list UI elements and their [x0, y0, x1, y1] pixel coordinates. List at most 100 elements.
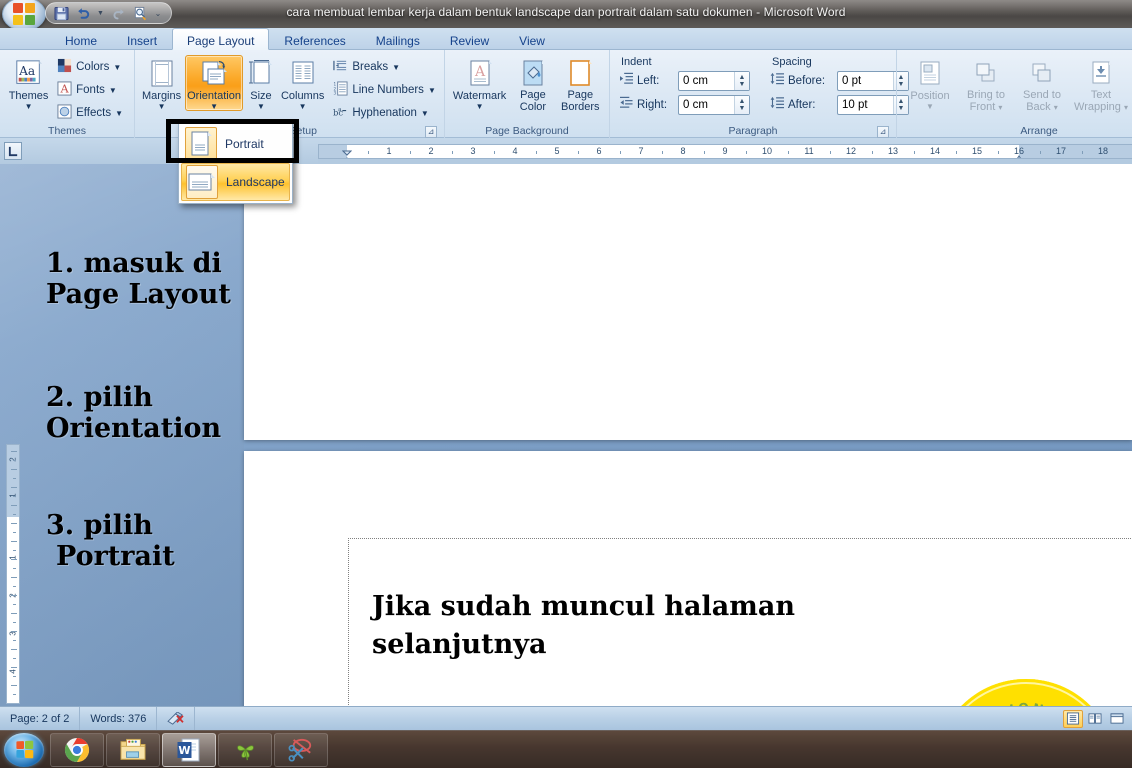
- orientation-button[interactable]: Orientation ▼: [185, 55, 243, 111]
- columns-button[interactable]: Columns ▼: [279, 55, 326, 111]
- page-background-group-title: Page Background: [485, 125, 569, 137]
- spacing-before-label: Before:: [788, 75, 826, 87]
- line-numbers-button[interactable]: 123 Line Numbers ▼: [330, 79, 442, 101]
- ruler-tick: [914, 151, 915, 154]
- document-page-1[interactable]: [244, 164, 1132, 440]
- ruler-tick: [578, 151, 579, 154]
- vertical-ruler-tick: [12, 676, 16, 677]
- theme-colors-icon: [57, 58, 72, 76]
- taskbar-clover[interactable]: [218, 732, 272, 767]
- chevron-down-icon: ▼: [926, 102, 934, 111]
- tab-mailings[interactable]: Mailings: [361, 28, 435, 50]
- bring-to-front-label: Bring to Front ▾: [960, 89, 1012, 113]
- vertical-ruler-tick: [12, 550, 16, 551]
- orientation-option-landscape[interactable]: Landscape: [181, 163, 290, 201]
- ruler-number: 17: [1055, 146, 1067, 156]
- hyphenation-button[interactable]: bc a Hyphenation ▼: [330, 102, 442, 124]
- save-button[interactable]: [52, 4, 70, 22]
- spacing-header: Spacing: [772, 56, 812, 68]
- chevron-down-icon: ▼: [24, 102, 33, 111]
- paragraph-dialog-launcher[interactable]: ⊿: [877, 126, 889, 138]
- taskbar-chrome[interactable]: [50, 732, 104, 767]
- page-setup-dialog-launcher[interactable]: ⊿: [425, 126, 437, 138]
- landscape-page-icon: [186, 165, 218, 199]
- tab-selector-button[interactable]: [4, 142, 22, 160]
- theme-colors-button[interactable]: Colors ▼: [54, 56, 129, 78]
- taskbar-snipping-tool[interactable]: [274, 732, 328, 767]
- print-layout-view-button[interactable]: [1063, 709, 1083, 728]
- annotation-note-2: 2. pilih Orientation: [46, 382, 266, 444]
- redo-button[interactable]: [109, 4, 127, 22]
- taskbar-word[interactable]: W: [162, 732, 216, 767]
- vertical-ruler-tick: [12, 460, 16, 461]
- tab-view[interactable]: View: [504, 28, 560, 50]
- chevron-down-icon: ▼: [427, 86, 436, 95]
- text-wrapping-icon: [1088, 58, 1114, 90]
- position-button[interactable]: Position ▼: [902, 55, 958, 111]
- svg-text:A: A: [474, 64, 486, 80]
- chevron-down-icon: ▼: [475, 102, 484, 111]
- orientation-dropdown-menu[interactable]: Portrait Landscape: [178, 122, 293, 204]
- orientation-option-portrait[interactable]: Portrait: [181, 125, 290, 163]
- ruler-tick: [536, 151, 537, 154]
- indent-left-spinner[interactable]: ▲ ▼: [734, 72, 749, 90]
- tab-home[interactable]: Home: [50, 28, 112, 50]
- svg-text:3: 3: [334, 91, 337, 96]
- tab-references[interactable]: References: [269, 28, 360, 50]
- indent-right-row: Right: 0 cm ▲ ▼: [619, 94, 750, 116]
- text-wrapping-button[interactable]: Text Wrapping ▾: [1070, 55, 1132, 114]
- breaks-button[interactable]: Breaks ▼: [330, 56, 442, 78]
- vertical-ruler-tick: [12, 496, 16, 497]
- theme-fonts-button[interactable]: A Fonts ▼: [54, 79, 129, 101]
- web-layout-icon: [1110, 713, 1124, 724]
- tab-review[interactable]: Review: [435, 28, 504, 50]
- document-workspace: Jika sudah muncul halaman selanjutnya SO…: [0, 164, 1132, 706]
- web-layout-view-button[interactable]: [1107, 710, 1127, 728]
- page-color-icon: [519, 58, 547, 90]
- undo-button[interactable]: [74, 4, 92, 22]
- vertical-ruler-tick: [12, 586, 16, 587]
- page-color-button[interactable]: Page Color: [509, 55, 556, 114]
- watermark-button[interactable]: A Watermark ▼: [450, 55, 509, 111]
- vertical-ruler-tick: [11, 523, 17, 524]
- left-indent-marker[interactable]: [341, 150, 353, 158]
- ruler-area: 1 2 3 4 5 6 7 8 9 10 11 12 13 14 15 16 17 18: [0, 138, 1132, 164]
- right-indent-marker[interactable]: [1014, 150, 1024, 158]
- hyphenation-label: Hyphenation: [352, 107, 417, 119]
- document-heading-text[interactable]: Jika sudah muncul halaman selanjutnya: [372, 588, 932, 665]
- indent-right-spinner[interactable]: ▲ ▼: [734, 96, 749, 114]
- left-tab-icon: [8, 146, 17, 156]
- full-screen-reading-view-button[interactable]: [1085, 710, 1105, 728]
- margins-button[interactable]: Margins ▼: [140, 55, 183, 111]
- print-preview-button[interactable]: [131, 4, 149, 22]
- vertical-ruler[interactable]: 211234: [6, 444, 20, 704]
- chevron-down-icon: ▼: [420, 109, 429, 118]
- indent-left-label: Left:: [637, 75, 660, 87]
- theme-effects-button[interactable]: Effects ▼: [54, 102, 129, 124]
- tab-page-layout[interactable]: Page Layout: [172, 28, 270, 50]
- ruler-number: 7: [638, 146, 644, 156]
- ruler-number: 6: [596, 146, 602, 156]
- vertical-ruler-tick: [11, 649, 17, 650]
- status-bar: Page: 2 of 2 Words: 376: [0, 706, 1132, 731]
- tab-insert[interactable]: Insert: [112, 28, 172, 50]
- office-button[interactable]: [2, 0, 46, 28]
- indent-left-input[interactable]: 0 cm ▲ ▼: [678, 71, 750, 91]
- customize-qat-button[interactable]: ⌄: [153, 4, 163, 22]
- themes-button[interactable]: Aa Themes ▼: [5, 55, 52, 111]
- status-page-indicator[interactable]: Page: 2 of 2: [0, 706, 81, 731]
- status-proofing-button[interactable]: [157, 706, 196, 731]
- undo-dropdown[interactable]: ▼: [96, 4, 105, 22]
- page-size-button[interactable]: Size ▼: [245, 55, 277, 111]
- page-color-text: Page Color: [519, 89, 547, 113]
- indent-right-input[interactable]: 0 cm ▲ ▼: [678, 95, 750, 115]
- vertical-ruler-tick: [11, 505, 17, 506]
- status-word-count[interactable]: Words: 376: [80, 706, 158, 731]
- horizontal-ruler[interactable]: 1 2 3 4 5 6 7 8 9 10 11 12 13 14 15 16 17 18: [318, 144, 1132, 159]
- page-borders-button[interactable]: Page Borders: [557, 55, 604, 114]
- taskbar-explorer[interactable]: [106, 732, 160, 767]
- annotation-note-2-line2: Orientation: [46, 413, 222, 445]
- send-to-back-button[interactable]: Send to Back ▾: [1014, 55, 1070, 114]
- start-button[interactable]: [4, 732, 44, 767]
- bring-to-front-button[interactable]: Bring to Front ▾: [958, 55, 1014, 114]
